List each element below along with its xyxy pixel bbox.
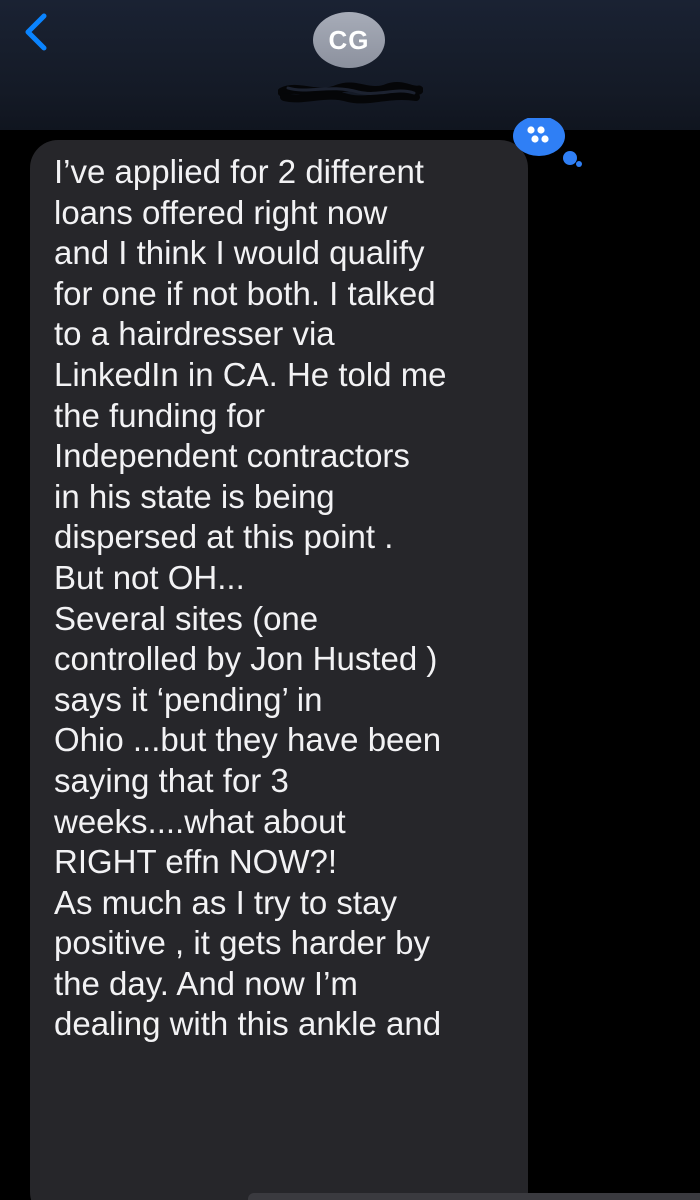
redacted-contact-name[interactable] xyxy=(278,80,423,106)
message-line: for one if not both. I talked xyxy=(54,274,436,312)
message-line: I’ve applied for 2 different xyxy=(54,153,424,190)
message-line: But not OH... xyxy=(54,558,245,596)
message-line: the funding for xyxy=(54,396,265,434)
message-line: saying that for 3 xyxy=(54,761,289,799)
dots-bubble-icon[interactable] xyxy=(505,118,585,168)
message-line: RIGHT effn NOW?! xyxy=(54,843,338,881)
bottom-edge-bar xyxy=(248,1193,700,1200)
back-button[interactable] xyxy=(16,10,60,54)
message-line: controlled by Jon Husted ) xyxy=(54,640,438,678)
message-line: LinkedIn in CA. He told me xyxy=(54,355,447,393)
message-line: Several sites (one xyxy=(54,599,319,637)
message-line: Ohio ...but they have been xyxy=(54,721,442,759)
message-line: weeks....what about xyxy=(54,802,346,840)
message-line: Independent contractors xyxy=(54,437,410,475)
message-line: in his state is being xyxy=(54,477,335,515)
conversation-header: CG xyxy=(0,0,700,130)
avatar-initials: CG xyxy=(328,24,370,55)
message-line: As much as I try to stay xyxy=(54,883,397,921)
chevron-left-icon xyxy=(25,13,47,51)
message-line: and I think I would qualify xyxy=(54,234,425,272)
message-line: the day. And now I’m xyxy=(54,964,358,1002)
message-line: says it ‘pending’ in xyxy=(54,680,323,718)
message-line: loans offered right now xyxy=(54,193,388,231)
message-line: dispersed at this point . xyxy=(54,518,394,556)
message-line: to a hairdresser via xyxy=(54,315,335,353)
incoming-message-bubble[interactable]: I’ve applied for 2 different loans offer… xyxy=(30,140,528,1200)
messages-screen: CG I’ve applied for 2 different loans of… xyxy=(0,0,700,1200)
message-line: positive , it gets harder by xyxy=(54,924,431,962)
contact-avatar[interactable]: CG xyxy=(313,12,385,68)
message-line: dealing with this ankle and xyxy=(54,1005,442,1043)
